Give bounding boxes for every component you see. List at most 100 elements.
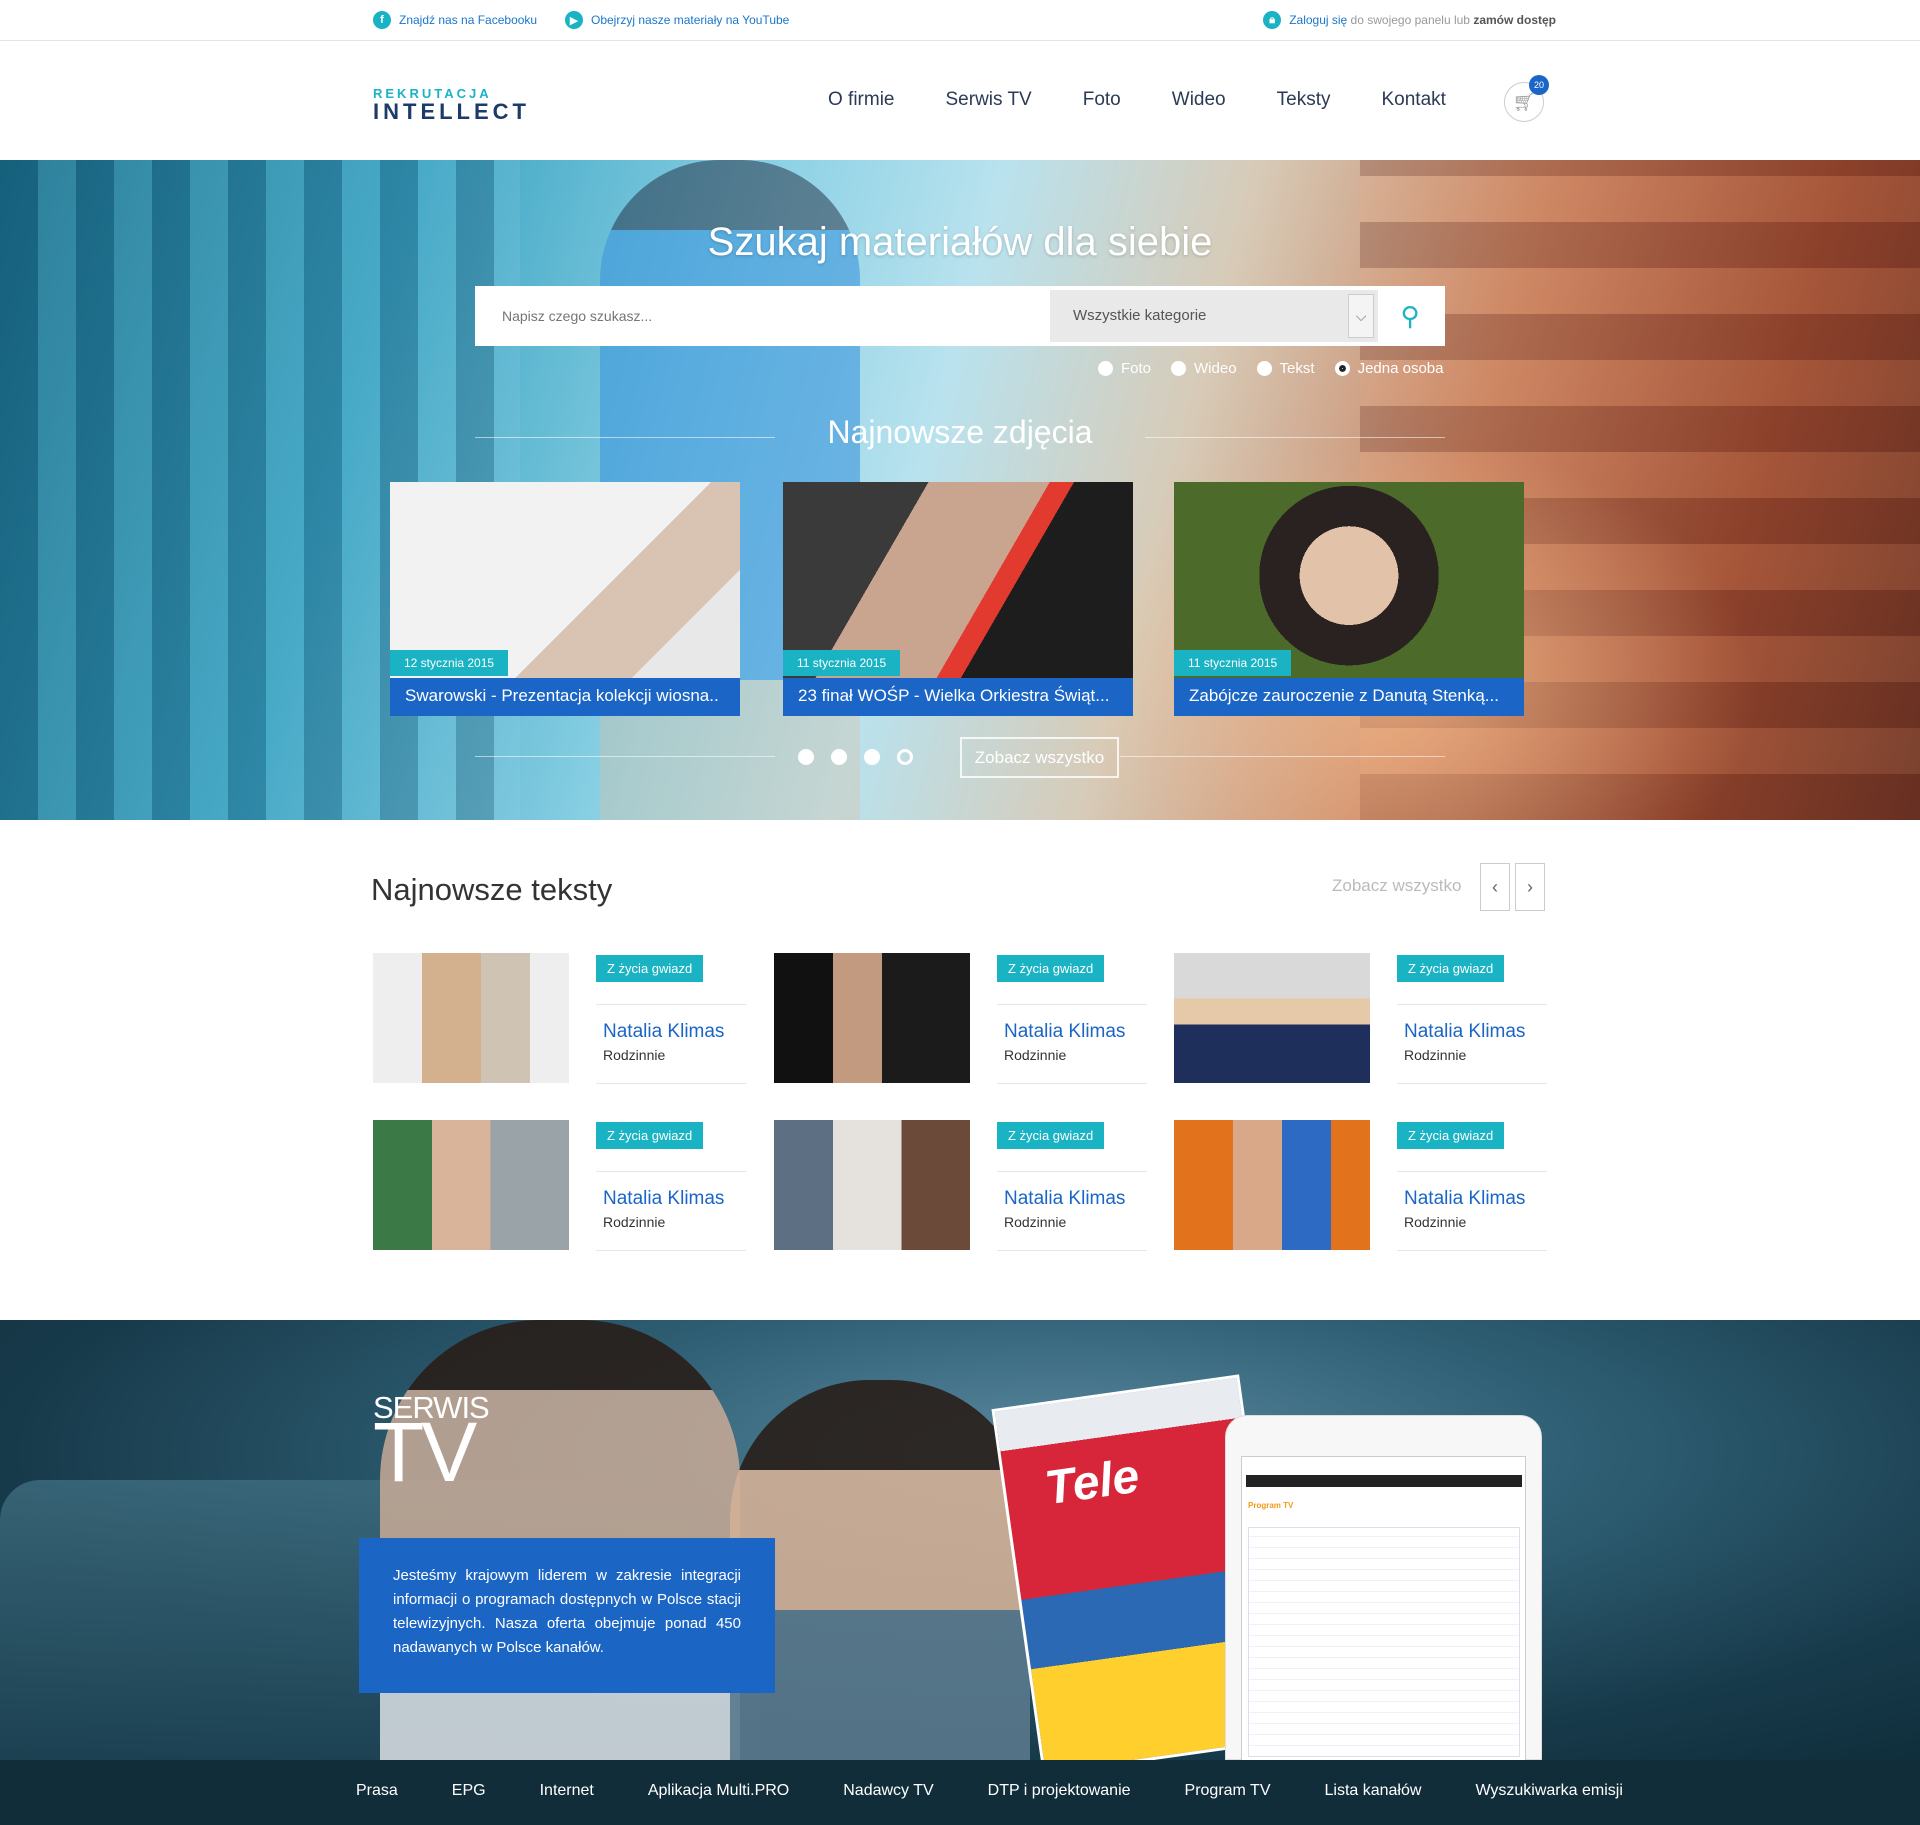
see-all-photos-button[interactable]: Zobacz wszystko — [960, 737, 1119, 778]
nav-o-firmie[interactable]: O firmie — [828, 89, 895, 111]
nav-wideo[interactable]: Wideo — [1172, 89, 1226, 111]
slider-dot[interactable] — [798, 749, 814, 765]
divider — [997, 1250, 1147, 1251]
divider — [596, 1250, 746, 1251]
logo-line2[interactable]: INTELLECT — [373, 99, 530, 125]
tablet-mockup: Program TV — [1225, 1415, 1542, 1760]
text-thumbnail[interactable] — [1174, 953, 1370, 1083]
text-title[interactable]: Natalia Klimas — [1404, 1021, 1525, 1043]
nav-serwis-tv[interactable]: Serwis TV — [946, 89, 1032, 111]
divider — [596, 1004, 746, 1005]
text-subtitle: Rodzinnie — [1404, 1047, 1467, 1063]
lock-icon: 🔒︎ — [1263, 11, 1282, 29]
divider — [596, 1083, 746, 1084]
photo-date: 11 stycznia 2015 — [1174, 650, 1292, 676]
cart-count-badge: 20 — [1529, 75, 1549, 95]
radio-dot-selected — [1334, 361, 1350, 376]
category-tag[interactable]: Z życia gwiazd — [997, 1122, 1105, 1149]
hero-title: Szukaj materiałów dla siebie — [707, 220, 1213, 264]
tablet-nav-bar — [1246, 1475, 1522, 1487]
text-title[interactable]: Natalia Klimas — [1004, 1021, 1125, 1043]
cart-button[interactable]: 🛒︎ 20 — [1504, 75, 1549, 122]
slider-dots — [798, 749, 913, 765]
nav-teksty[interactable]: Teksty — [1277, 89, 1331, 111]
radio-label: Wideo — [1194, 360, 1237, 377]
footer-link-program-tv[interactable]: Program TV — [1185, 1782, 1271, 1800]
radio-jedna-osoba[interactable]: Jedna osoba — [1334, 360, 1443, 377]
login-link[interactable]: Zaloguj się — [1289, 13, 1347, 27]
youtube-icon: ▶ — [565, 11, 583, 29]
photo-card[interactable]: 11 stycznia 2015 23 finał WOŚP - Wielka … — [783, 482, 1133, 716]
footer-link-epg[interactable]: EPG — [452, 1782, 486, 1800]
divider — [997, 1083, 1147, 1084]
tv-service-description: Jesteśmy krajowym liderem w zakresie int… — [359, 1538, 775, 1693]
facebook-icon: f — [373, 11, 391, 29]
text-title[interactable]: Natalia Klimas — [603, 1021, 724, 1043]
see-all-texts-link[interactable]: Zobacz wszystko — [1332, 876, 1461, 896]
category-tag[interactable]: Z życia gwiazd — [997, 955, 1105, 982]
top-bar: f Znajdź nas na Facebooku ▶ Obejrzyj nas… — [0, 0, 1920, 41]
nav-kontakt[interactable]: Kontakt — [1381, 89, 1445, 111]
latest-texts-title: Najnowsze teksty — [371, 872, 613, 907]
footer-link-aplikacja[interactable]: Aplikacja Multi.PRO — [648, 1782, 789, 1800]
order-access-link[interactable]: zamów dostęp — [1473, 13, 1556, 27]
text-thumbnail[interactable] — [373, 953, 569, 1083]
login-area: 🔒︎ Zaloguj się do swojego panelu lub zam… — [1263, 11, 1556, 29]
text-title[interactable]: Natalia Klimas — [603, 1188, 724, 1210]
facebook-label: Znajdź nas na Facebooku — [399, 13, 538, 27]
divider — [1120, 756, 1445, 757]
text-subtitle: Rodzinnie — [603, 1214, 666, 1230]
footer-link-internet[interactable]: Internet — [540, 1782, 594, 1800]
tv-background-woman — [730, 1380, 1030, 1760]
footer-link-dtp[interactable]: DTP i projektowanie — [988, 1782, 1131, 1800]
divider — [1397, 1083, 1547, 1084]
tv-service-section: Tele Program TV SERWIS TV Jesteśmy krajo… — [0, 1320, 1920, 1760]
search-input[interactable] — [475, 286, 1050, 346]
divider — [997, 1171, 1147, 1172]
slider-dot-active[interactable] — [897, 749, 913, 765]
header: REKRUTACJA INTELLECT O firmie Serwis TV … — [0, 41, 1920, 160]
slider-dot[interactable] — [831, 749, 847, 765]
footer-link-nadawcy[interactable]: Nadawcy TV — [843, 1782, 933, 1800]
tablet-program-grid — [1248, 1527, 1520, 1757]
chevron-left-icon: ‹ — [1492, 877, 1498, 897]
photo-date: 12 stycznia 2015 — [390, 650, 509, 676]
category-tag[interactable]: Z życia gwiazd — [1397, 955, 1505, 982]
divider — [1145, 437, 1445, 438]
text-thumbnail[interactable] — [1174, 1120, 1370, 1250]
category-select[interactable]: Wszystkie kategorie ⌵ — [1050, 290, 1378, 342]
youtube-link[interactable]: ▶ Obejrzyj nasze materiały na YouTube — [565, 11, 789, 29]
login-text: do swojego panelu lub — [1347, 13, 1474, 27]
text-subtitle: Rodzinnie — [603, 1047, 666, 1063]
category-tag[interactable]: Z życia gwiazd — [596, 955, 704, 982]
photo-card[interactable]: 12 stycznia 2015 Swarowski - Prezentacja… — [390, 482, 740, 716]
search-bar: Wszystkie kategorie ⌵ ⚲ — [475, 286, 1445, 346]
radio-wideo[interactable]: Wideo — [1171, 360, 1237, 377]
text-title[interactable]: Natalia Klimas — [1004, 1188, 1125, 1210]
footer-link-lista-kanalow[interactable]: Lista kanałów — [1324, 1782, 1421, 1800]
divider — [1397, 1004, 1547, 1005]
text-title[interactable]: Natalia Klimas — [1404, 1188, 1525, 1210]
divider — [1397, 1171, 1547, 1172]
nav-foto[interactable]: Foto — [1083, 89, 1121, 111]
main-nav: O firmie Serwis TV Foto Wideo Teksty Kon… — [828, 89, 1497, 111]
radio-foto[interactable]: Foto — [1098, 360, 1151, 377]
prev-button[interactable]: ‹ — [1480, 863, 1510, 911]
facebook-link[interactable]: f Znajdź nas na Facebooku — [373, 11, 537, 29]
footer-link-prasa[interactable]: Prasa — [356, 1782, 398, 1800]
text-thumbnail[interactable] — [373, 1120, 569, 1250]
search-button[interactable]: ⚲ — [1393, 300, 1427, 334]
slider-dot[interactable] — [864, 749, 880, 765]
footer-link-wyszukiwarka[interactable]: Wyszukiwarka emisji — [1475, 1782, 1622, 1800]
text-thumbnail[interactable] — [774, 953, 970, 1083]
search-icon: ⚲ — [1400, 301, 1420, 331]
text-subtitle: Rodzinnie — [1004, 1047, 1067, 1063]
hero-section: Szukaj materiałów dla siebie Wszystkie k… — [0, 160, 1920, 820]
next-button[interactable]: › — [1515, 863, 1545, 911]
category-tag[interactable]: Z życia gwiazd — [1397, 1122, 1505, 1149]
text-thumbnail[interactable] — [774, 1120, 970, 1250]
radio-dot — [1256, 361, 1272, 376]
radio-tekst[interactable]: Tekst — [1256, 360, 1315, 377]
category-tag[interactable]: Z życia gwiazd — [596, 1122, 704, 1149]
photo-card[interactable]: 11 stycznia 2015 Zabójcze zauroczenie z … — [1174, 482, 1524, 716]
